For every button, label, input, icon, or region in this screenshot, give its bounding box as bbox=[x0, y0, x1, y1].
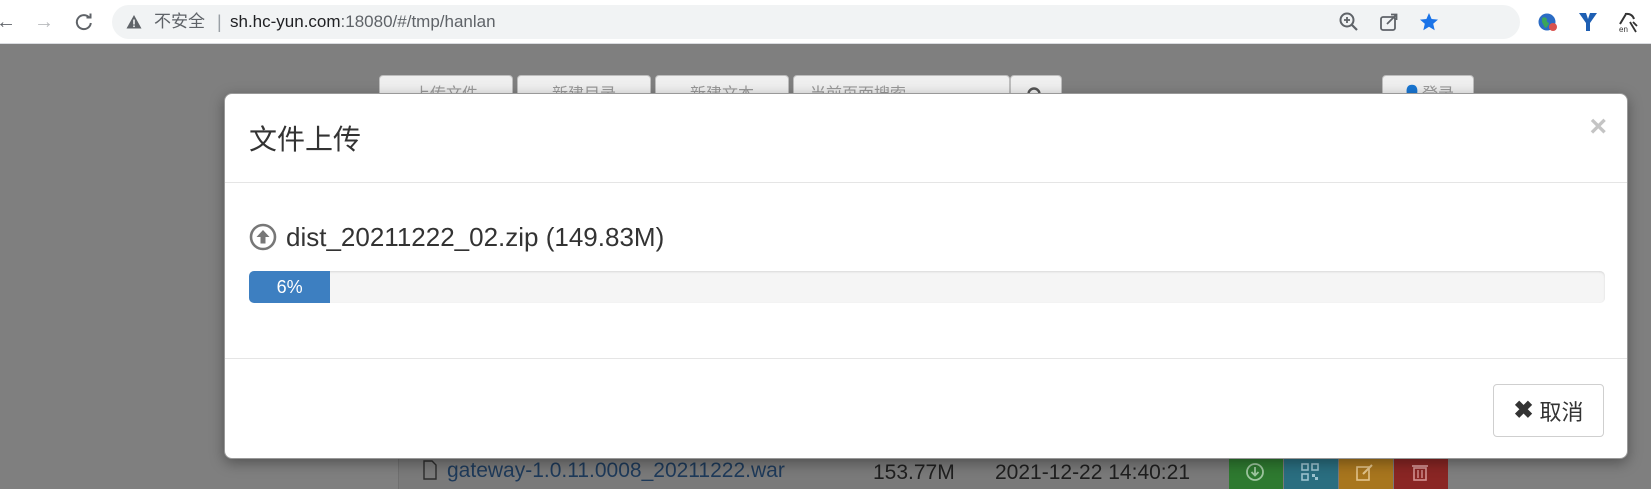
address-bar[interactable]: 不安全 | sh.hc-yun.com:18080/#/tmp/hanlan bbox=[112, 5, 1520, 39]
file-name-link[interactable]: gateway-1.0.11.0008_20211222.war bbox=[447, 459, 785, 483]
extension-globe-icon[interactable] bbox=[1536, 10, 1560, 34]
reload-icon[interactable] bbox=[70, 8, 98, 36]
upload-progress: 6% bbox=[249, 271, 1605, 303]
separator: | bbox=[217, 12, 222, 32]
forward-icon[interactable]: → bbox=[30, 8, 58, 36]
browser-toolbar: ← → 不安全 | sh.hc-yun.com:18080/#/tmp/hanl… bbox=[0, 0, 1651, 44]
trash-icon bbox=[1412, 465, 1428, 481]
modal-header: 文件上传 × bbox=[225, 94, 1627, 183]
bookmark-star-icon[interactable] bbox=[1418, 11, 1440, 33]
file-date: 2021-12-22 14:40:21 bbox=[995, 461, 1190, 484]
close-icon[interactable]: × bbox=[1589, 112, 1607, 142]
download-icon bbox=[1246, 463, 1264, 481]
extension-translate-icon[interactable]: en bbox=[1616, 10, 1640, 34]
url-text[interactable]: sh.hc-yun.com:18080/#/tmp/hanlan bbox=[230, 12, 496, 32]
table-row[interactable]: gateway-1.0.11.0008_20211222.war 153.77M… bbox=[398, 455, 1448, 489]
file-size: 153.77M bbox=[873, 461, 955, 484]
url-host: sh.hc-yun.com bbox=[230, 12, 341, 31]
share-icon[interactable] bbox=[1378, 11, 1400, 33]
zoom-icon[interactable] bbox=[1338, 11, 1360, 33]
edit-button[interactable] bbox=[1339, 455, 1393, 489]
file-icon bbox=[423, 460, 437, 480]
close-icon: ✖ bbox=[1513, 397, 1534, 424]
modal-footer: ✖ 取消 bbox=[225, 358, 1627, 460]
upload-icon bbox=[249, 223, 277, 251]
back-icon[interactable]: ← bbox=[0, 8, 20, 36]
upload-file-item: dist_20211222_02.zip (149.83M) bbox=[249, 221, 664, 253]
qrcode-icon bbox=[1301, 463, 1319, 481]
security-status[interactable]: 不安全 bbox=[154, 12, 205, 32]
extension-y-icon[interactable] bbox=[1576, 10, 1600, 34]
qrcode-button[interactable] bbox=[1284, 455, 1338, 489]
upload-file-name: dist_20211222_02.zip (149.83M) bbox=[286, 221, 665, 252]
cancel-label: 取消 bbox=[1539, 399, 1584, 425]
progress-bar: 6% bbox=[249, 271, 331, 303]
edit-icon bbox=[1356, 464, 1373, 481]
upload-modal: 文件上传 × dist_20211222_02.zip (149.83M) 6%… bbox=[224, 93, 1628, 459]
svg-text:en: en bbox=[1619, 25, 1628, 34]
delete-button[interactable] bbox=[1394, 455, 1448, 489]
modal-title: 文件上传 bbox=[249, 124, 362, 155]
warning-icon[interactable] bbox=[126, 14, 142, 30]
url-path: :18080/#/tmp/hanlan bbox=[340, 12, 496, 31]
download-button[interactable] bbox=[1229, 455, 1283, 489]
cancel-button[interactable]: ✖ 取消 bbox=[1493, 384, 1604, 437]
